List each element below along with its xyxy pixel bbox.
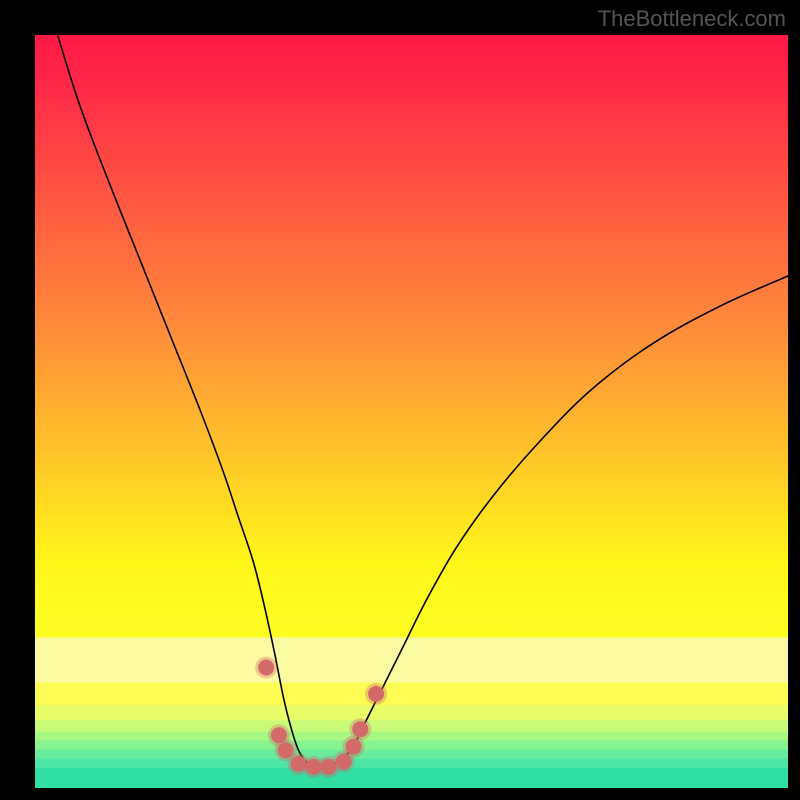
- background-band-5: [35, 741, 788, 751]
- marker-dot: [368, 686, 384, 702]
- background-band-6: [35, 750, 788, 760]
- background-band-0: [35, 637, 788, 683]
- background-band-4: [35, 732, 788, 742]
- background-band-8: [35, 768, 788, 788]
- background-band-7: [35, 759, 788, 769]
- background-band-3: [35, 720, 788, 732]
- watermark-text: TheBottleneck.com: [598, 6, 786, 32]
- plot-svg: [35, 35, 788, 788]
- chart-frame: TheBottleneck.com: [0, 0, 800, 800]
- background-band-1: [35, 683, 788, 707]
- marker-dot: [346, 739, 362, 755]
- marker-dot: [258, 660, 274, 676]
- plot-area: [35, 35, 788, 788]
- marker-dot: [352, 721, 368, 737]
- background-band-2: [35, 705, 788, 721]
